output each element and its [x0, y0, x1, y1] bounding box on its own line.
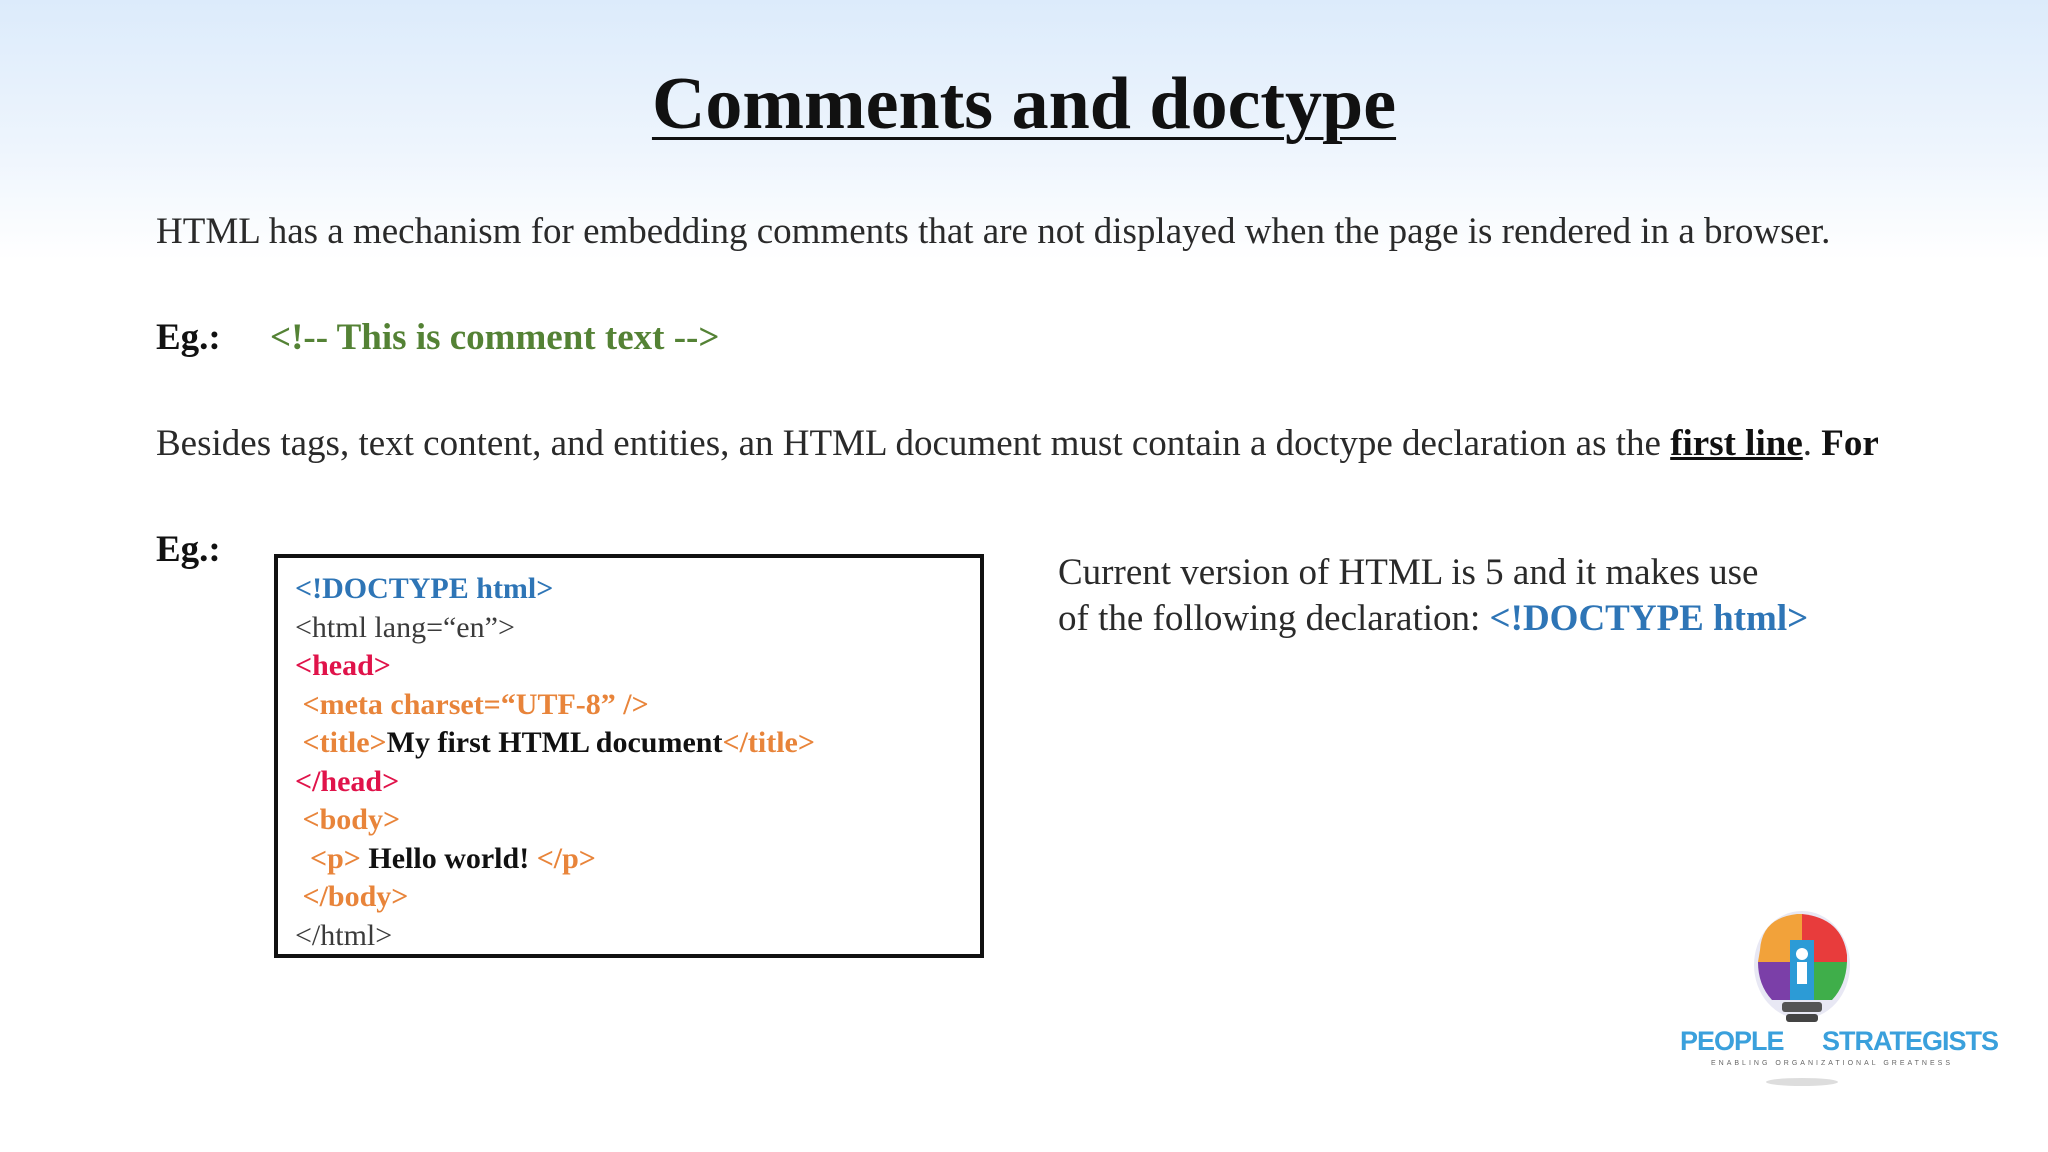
- comment-example: <!-- This is comment text -->: [270, 317, 720, 358]
- code-line: <head>: [295, 647, 980, 686]
- html5-note: Current version of HTML is 5 and it make…: [1058, 550, 1808, 642]
- first-line-emphasis: first line: [1670, 423, 1803, 464]
- doctype-paragraph: Besides tags, text content, and entities…: [156, 422, 1879, 465]
- code-line: </body>: [295, 878, 980, 917]
- html5-note-line-1: Current version of HTML is 5 and it make…: [1058, 552, 1759, 593]
- html5-note-line-2: of the following declaration: <!DOCTYPE …: [1058, 596, 1808, 642]
- doctype-paragraph-trailing: For: [1821, 423, 1879, 464]
- code-line: <title>My first HTML document</title>: [295, 724, 980, 763]
- code-token: Hello world!: [360, 841, 537, 875]
- code-token: My first HTML document: [386, 726, 723, 759]
- logo-tagline: ENABLING ORGANIZATIONAL GREATNESS: [1710, 1060, 1953, 1067]
- code-token: </p>: [536, 841, 596, 875]
- doctype-paragraph-text: Besides tags, text content, and entities…: [156, 423, 1671, 464]
- code-token: <!DOCTYPE html>: [295, 572, 554, 605]
- code-line: </head>: [295, 763, 980, 802]
- code-token: <head>: [295, 649, 391, 682]
- code-line: <meta charset=“UTF-8” />: [295, 686, 980, 725]
- code-line: <body>: [295, 801, 980, 840]
- html5-doctype-declaration: <!DOCTYPE html>: [1489, 598, 1809, 639]
- logo-word-strategists: STRATEGISTS: [1822, 1026, 1999, 1056]
- code-token: <meta charset=“UTF-8” />: [295, 687, 649, 721]
- people-strategists-logo: PEOPLE STRATEGISTS ENABLING ORGANIZATION…: [1672, 910, 1999, 1090]
- code-line: <p> Hello world! </p>: [295, 840, 980, 879]
- code-token: </html>: [295, 918, 393, 952]
- code-example-box: <!DOCTYPE html> <html lang=“en”> <head> <m…: [274, 554, 984, 958]
- code-line: <!DOCTYPE html>: [295, 570, 980, 609]
- code-token: <title>: [295, 726, 387, 759]
- example-label-2: Eg.:: [156, 529, 221, 570]
- doctype-paragraph-period: .: [1802, 423, 1822, 464]
- html5-note-text: of the following declaration:: [1058, 598, 1490, 639]
- code-token: <body>: [295, 803, 401, 836]
- code-token: </body>: [295, 880, 409, 913]
- code-token: </head>: [295, 764, 400, 798]
- code-line: <html lang=“en”>: [295, 609, 980, 648]
- code-line: </html>: [295, 917, 980, 956]
- code-token: </title>: [722, 726, 815, 759]
- code-token: <html lang=“en”>: [295, 610, 515, 644]
- example-label-1: Eg.:: [156, 317, 221, 358]
- logo-word-people: PEOPLE: [1680, 1026, 1785, 1056]
- intro-paragraph: HTML has a mechanism for embedding comme…: [156, 211, 1831, 252]
- code-token: <p>: [295, 841, 361, 875]
- slide-title: Comments and doctype: [651, 63, 1397, 145]
